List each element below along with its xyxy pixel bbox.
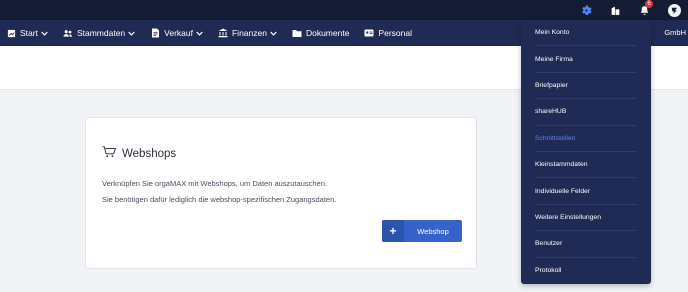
nav-label: Dokumente <box>305 28 350 38</box>
folder-icon <box>292 28 302 38</box>
add-webshop-label: Webshop <box>417 226 449 236</box>
menu-item-benutzer[interactable]: Benutzer <box>535 231 637 258</box>
menu-item-sharehub[interactable]: shareHUB <box>535 99 637 126</box>
chevron-down-icon <box>41 30 48 37</box>
webshops-card: Webshops Verknüpfen Sie orgaMAX mit Webs… <box>85 117 477 269</box>
nav-label: Finanzen <box>231 28 267 38</box>
nav-item-dokumente[interactable]: Dokumente <box>292 28 349 38</box>
menu-item-schnittstellen[interactable]: Schnittstellen <box>535 126 637 152</box>
document-edit-icon <box>150 28 160 38</box>
bank-icon <box>218 28 228 38</box>
top-bar: 6 <box>0 0 688 20</box>
nav-item-personal[interactable]: Personal <box>364 28 412 38</box>
start-icon <box>6 28 16 38</box>
nav-label: Personal <box>378 28 412 38</box>
chevron-down-icon <box>196 30 203 37</box>
user-avatar[interactable] <box>667 3 681 17</box>
chevron-down-icon <box>270 30 277 37</box>
building-icon[interactable] <box>608 3 622 17</box>
plus-icon: + <box>382 220 404 242</box>
menu-item-individuelle-felder[interactable]: Individuelle Felder <box>535 178 637 205</box>
add-webshop-button[interactable]: + Webshop <box>382 220 462 242</box>
users-icon <box>63 28 73 38</box>
menu-item-mein-konto[interactable]: Mein Konto <box>535 20 637 47</box>
firm-name[interactable]: GmbH <box>664 28 686 37</box>
menu-item-weitere-einstellungen[interactable]: Weitere Einstellungen <box>535 205 637 232</box>
menu-item-kleinstammdaten[interactable]: Kleinstammdaten <box>535 152 637 179</box>
settings-dropdown-menu: Mein Konto Meine Firma Briefpapier share… <box>521 20 651 284</box>
nav-item-finanzen[interactable]: Finanzen <box>218 28 277 38</box>
nav-label: Stammdaten <box>76 28 126 38</box>
menu-item-briefpapier[interactable]: Briefpapier <box>535 73 637 100</box>
menu-item-protokoll[interactable]: Protokoll <box>535 258 637 284</box>
bell-icon[interactable]: 6 <box>637 0 653 17</box>
nav-label: Verkauf <box>164 28 193 38</box>
card-header: Webshops <box>102 145 176 163</box>
nav-item-verkauf[interactable]: Verkauf <box>150 28 203 38</box>
nav-label: Start <box>20 28 38 38</box>
card-title: Webshops <box>122 148 177 160</box>
nav-item-start[interactable]: Start <box>6 28 48 38</box>
chevron-down-icon <box>128 30 135 37</box>
shopping-cart-icon <box>102 145 116 163</box>
description-line-1: Verknüpfen Sie orgaMAX mit Webshops, um … <box>102 179 327 188</box>
gear-icon[interactable] <box>579 3 593 17</box>
menu-item-meine-firma[interactable]: Meine Firma <box>535 46 637 73</box>
description-line-2: Sie benötigen dafür lediglich die websho… <box>102 195 337 204</box>
id-card-icon <box>364 28 374 38</box>
nav-item-stammdaten[interactable]: Stammdaten <box>63 28 135 38</box>
notification-badge: 6 <box>645 0 653 8</box>
avatar-icon <box>667 3 681 17</box>
